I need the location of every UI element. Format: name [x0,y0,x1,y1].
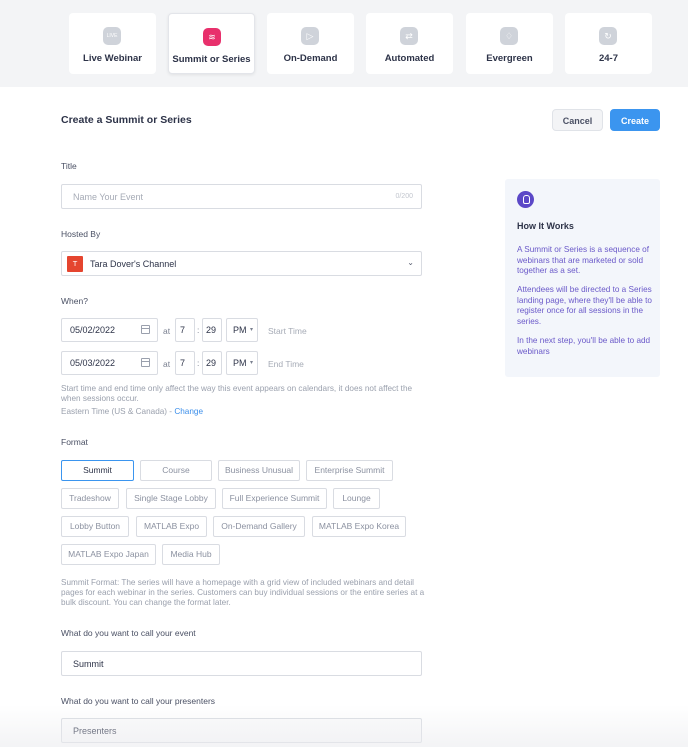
time-separator: : [197,358,200,368]
format-option-course[interactable]: Course [140,460,212,481]
chevron-down-icon: ⌄ [407,258,414,267]
start-hour-input[interactable]: 7 [175,318,195,342]
end-hour-input[interactable]: 7 [175,351,195,375]
chevron-down-icon: ▾ [250,360,254,366]
presenters-value: Presenters [73,726,117,736]
format-help-line-1: Summit Format: The series will have a ho… [61,578,414,587]
end-minute-input[interactable]: 29 [202,351,222,375]
hosted-by-label: Hosted By [61,229,101,239]
format-option-summit[interactable]: Summit [61,460,134,481]
format-option-matlab-expo[interactable]: MATLAB Expo [136,516,207,537]
time-help-line-1: Start time and end time only affect the … [61,384,413,393]
timezone-text: Eastern Time (US & Canada) - Change [61,407,203,418]
format-option-matlab-expo-korea[interactable]: MATLAB Expo Korea [312,516,406,537]
info-paragraph-1: A Summit or Series is a sequence of webi… [517,245,649,275]
start-ampm-select[interactable]: PM ▾ [226,318,258,342]
tab-label: On-Demand [283,53,338,64]
cancel-button[interactable]: Cancel [552,109,603,131]
tab-automated[interactable]: ⇄ Automated [366,13,453,74]
char-counter: 0/200 [395,193,413,200]
info-title: How It Works [517,221,574,231]
event-name-value: Summit [73,659,104,669]
how-it-works-panel: How It Works A Summit or Series is a seq… [505,179,660,377]
event-name-input[interactable]: Summit [61,651,422,676]
start-date-input[interactable]: 05/02/2022 [61,318,158,342]
format-option-single-stage-lobby[interactable]: Single Stage Lobby [126,488,216,509]
title-input[interactable]: Name Your Event 0/200 [61,184,422,209]
end-date-input[interactable]: 05/03/2022 [61,351,158,375]
lightbulb-icon [517,191,534,208]
start-time-label: Start Time [268,326,307,336]
format-option-on-demand-gallery[interactable]: On-Demand Gallery [213,516,305,537]
end-ampm-select[interactable]: PM ▾ [226,351,258,375]
chevron-down-icon: ▾ [250,327,254,333]
start-ampm-value: PM [233,325,247,335]
format-option-tradeshow[interactable]: Tradeshow [61,488,119,509]
bell-icon: ♢ [500,27,518,45]
tab-label: Evergreen [486,53,533,64]
time-help-line-2: when sessions occur. [61,394,139,403]
format-help-line-3: bulk discount. You can change the format… [61,598,231,607]
calendar-icon [141,358,150,367]
format-label: Format [61,437,88,447]
format-option-enterprise-summit[interactable]: Enterprise Summit [306,460,393,481]
timezone-value: Eastern Time (US & Canada) - [61,407,175,416]
channel-select[interactable]: T Tara Dover's Channel ⌄ [61,251,422,276]
tab-label: Automated [384,53,435,64]
play-icon: ▷ [301,27,319,45]
layers-icon: ≋ [203,28,221,46]
channel-avatar: T [67,256,83,272]
event-type-bar: LIVE Live Webinar ≋ Summit or Series ▷ O… [0,0,688,87]
format-option-lobby-button[interactable]: Lobby Button [61,516,129,537]
end-ampm-value: PM [233,358,247,368]
repeat-icon: ⇄ [400,27,418,45]
format-option-media-hub[interactable]: Media Hub [162,544,220,565]
tab-evergreen[interactable]: ♢ Evergreen [466,13,553,74]
time-separator: : [197,325,200,335]
presenters-label: What do you want to call your presenters [61,696,216,706]
change-timezone-link[interactable]: Change [174,407,203,416]
refresh-icon: ↻ [599,27,617,45]
when-label: When? [61,296,88,306]
tab-on-demand[interactable]: ▷ On-Demand [267,13,354,74]
end-date-value: 05/03/2022 [70,358,116,368]
format-option-full-experience-summit[interactable]: Full Experience Summit [222,488,327,509]
info-paragraph-2: Attendees will be directed to a Series l… [517,285,652,326]
start-minute-input[interactable]: 29 [202,318,222,342]
tab-label: Live Webinar [83,53,142,64]
title-placeholder: Name Your Event [73,192,144,202]
page-title: Create a Summit or Series [61,114,192,126]
title-label: Title [61,161,77,171]
format-option-business-unusual[interactable]: Business Unusual [218,460,300,481]
tab-24-7[interactable]: ↻ 24-7 [565,13,652,74]
start-date-value: 05/02/2022 [70,325,116,335]
calendar-icon [141,325,150,334]
create-button[interactable]: Create [610,109,660,131]
event-name-label: What do you want to call your event [61,628,196,638]
end-time-label: End Time [268,359,304,369]
format-help-line-2: pages for each webinar in the series. Cu… [61,588,425,597]
format-option-matlab-expo-japan[interactable]: MATLAB Expo Japan [61,544,156,565]
tab-label: Summit or Series [172,54,251,65]
live-icon: LIVE [103,27,121,45]
format-option-lounge[interactable]: Lounge [333,488,380,509]
tab-live-webinar[interactable]: LIVE Live Webinar [69,13,156,74]
tab-summit-or-series[interactable]: ≋ Summit or Series [168,13,255,74]
channel-name: Tara Dover's Channel [90,259,177,269]
at-text: at [163,326,171,336]
tab-label: 24-7 [598,53,618,64]
info-paragraph-3: In the next step, you'll be able to add … [517,336,651,356]
at-text: at [163,359,171,369]
presenters-input[interactable]: Presenters [61,718,422,743]
